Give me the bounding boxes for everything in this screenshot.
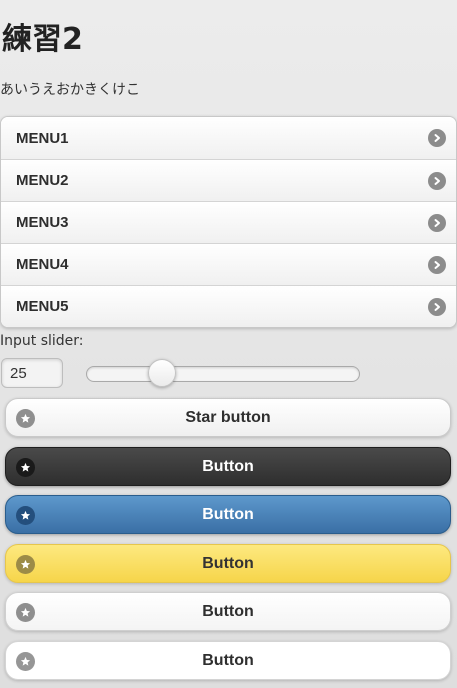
menu-item-1[interactable]: MENU1 (1, 117, 456, 159)
menu-item-label: MENU3 (16, 214, 69, 231)
button-label: Star button (185, 408, 271, 426)
button-label: Button (202, 505, 254, 523)
star-icon (16, 555, 35, 574)
menu-item-2[interactable]: MENU2 (1, 159, 456, 201)
chevron-right-icon (428, 297, 446, 316)
menu-item-label: MENU4 (16, 256, 69, 273)
menu-item-label: MENU1 (16, 129, 69, 147)
button-label: Button (202, 554, 254, 572)
star-icon (16, 409, 35, 428)
button-label: Button (202, 602, 254, 620)
star-icon (16, 603, 35, 622)
button-theme-white[interactable]: Button (5, 641, 451, 680)
star-icon (16, 458, 35, 477)
star-icon (16, 652, 35, 671)
chevron-right-icon (428, 213, 446, 232)
menu-item-5[interactable]: MENU5 (1, 285, 456, 327)
button-theme-a[interactable]: Button (5, 447, 451, 486)
menu-item-label: MENU2 (16, 172, 69, 189)
button-theme-b[interactable]: Button (5, 495, 451, 534)
star-icon (16, 506, 35, 525)
button-theme-e[interactable]: Button (5, 544, 451, 583)
star-button[interactable]: Star button (5, 398, 451, 437)
page-title: 練習2 (2, 22, 83, 57)
chevron-right-icon (428, 255, 446, 274)
button-label: Button (202, 457, 254, 475)
menu-item-4[interactable]: MENU4 (1, 243, 456, 285)
menu-item-3[interactable]: MENU3 (1, 201, 456, 243)
button-theme-d[interactable]: Button (5, 592, 451, 631)
menu-item-label: MENU5 (16, 298, 69, 315)
slider-handle[interactable] (148, 359, 176, 387)
slider-track[interactable] (86, 359, 360, 387)
page-subtitle: あいうえおかきくけこ (0, 82, 140, 98)
menu-list: MENU1 MENU2 MENU3 MENU4 MENU5 (0, 116, 457, 328)
slider-label: Input slider: (0, 333, 84, 349)
slider-value-input[interactable] (1, 358, 63, 388)
button-label: Button (202, 651, 254, 669)
chevron-right-icon (428, 129, 446, 147)
chevron-right-icon (428, 171, 446, 190)
